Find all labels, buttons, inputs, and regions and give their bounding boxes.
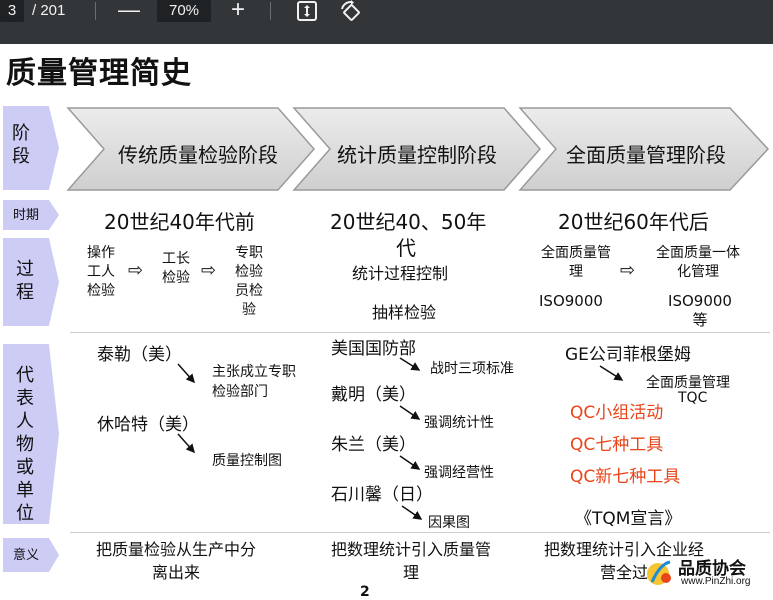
process-iso: ISO9000 — [539, 292, 603, 310]
person-feigenbaum: GE公司菲根堡姆 — [565, 345, 691, 365]
person-dod: 美国国防部 — [331, 339, 416, 359]
slide-title: 质量管理简史 — [6, 56, 192, 91]
page-number: 2 — [360, 584, 370, 600]
fit-page-icon[interactable] — [296, 0, 318, 27]
person-feigenbaum-note: 全面质量管理 — [646, 375, 730, 391]
arrow-taylor — [177, 363, 195, 384]
stage-3-label: 全面质量管理阶段 — [566, 143, 726, 167]
arrow-feigenbaum — [599, 365, 624, 381]
watermark-url: www.PinZhi.org — [681, 576, 751, 587]
process-tqm: 全面质量管理 — [541, 245, 611, 280]
meaning-1: 把质量检验从生产中分离出来 — [96, 540, 257, 582]
person-shewhart-note: 质量控制图 — [212, 453, 282, 469]
process-spc: 统计过程控制 — [352, 264, 449, 283]
label-meaning: 意义 — [3, 538, 59, 572]
label-people-text: 代表人物或单位 — [16, 365, 34, 524]
person-deming-note: 强调统计性 — [424, 415, 494, 431]
period-1: 20世纪40年代前 — [104, 210, 255, 234]
zoom-in-button[interactable]: + — [231, 0, 245, 23]
label-meaning-text: 意义 — [12, 548, 39, 563]
period-3: 20世纪60年代后 — [558, 210, 709, 234]
zoom-input[interactable]: 70% — [157, 0, 211, 22]
label-stage-text: 阶段 — [12, 123, 30, 167]
label-stage: 阶段 — [3, 106, 59, 190]
person-juran: 朱兰（美） — [331, 435, 416, 455]
pdf-toolbar: 3 / 201 — 70% + — [0, 0, 773, 44]
toolbar-divider — [95, 2, 96, 20]
period-2-cont: 代 — [396, 236, 416, 260]
person-dod-note: 战时三项标准 — [430, 361, 514, 377]
process-arrow: ⇨ — [620, 260, 636, 281]
period-2: 20世纪40、50年 — [330, 210, 487, 234]
stage-2-label: 统计质量控制阶段 — [337, 143, 497, 167]
person-deming: 戴明（美） — [331, 385, 416, 405]
arrow-deming — [399, 405, 421, 420]
person-juran-note: 强调经营性 — [424, 465, 494, 481]
person-ishikawa-note: 因果图 — [428, 515, 470, 531]
label-process-text: 过程 — [16, 259, 34, 303]
process-integrated: 全面质量一体化管理 — [656, 245, 740, 280]
arrow-ishikawa — [401, 505, 423, 520]
process-step-1: 操作工人检验 — [87, 245, 115, 299]
label-period: 时期 — [3, 200, 59, 230]
watermark-logo-icon — [646, 558, 672, 585]
row-divider — [70, 532, 770, 533]
stage-1-label: 传统质量检验阶段 — [118, 143, 278, 167]
slide-page: 质量管理简史 阶段 时期 过程 代表人物或单位 意义 传统质量检验阶段 统计质量… — [0, 44, 773, 600]
arrow-shewhart — [177, 433, 195, 454]
person-taylor-note: 主张成立专职检验部门 — [212, 364, 296, 400]
person-ishikawa: 石川馨（日） — [331, 485, 433, 505]
label-process: 过程 — [3, 238, 59, 326]
qc-new-seven-tools: QC新七种工具 — [570, 467, 681, 487]
person-shewhart: 休哈特（美） — [97, 415, 199, 435]
label-people: 代表人物或单位 — [3, 344, 59, 524]
rotate-icon[interactable] — [339, 0, 363, 29]
label-period-text: 时期 — [12, 208, 39, 223]
person-feigenbaum-tqc: TQC — [678, 390, 708, 406]
qc-seven-tools: QC七种工具 — [570, 435, 664, 455]
process-sampling: 抽样检验 — [372, 303, 437, 322]
process-step-2: 工长检验 — [162, 251, 190, 286]
page-number-input[interactable]: 3 — [0, 0, 24, 22]
page-total: / 201 — [32, 2, 66, 19]
toolbar-divider — [270, 2, 271, 20]
process-arrow: ⇨ — [201, 260, 217, 281]
row-divider — [70, 332, 770, 333]
process-step-3: 专职检验员检验 — [235, 245, 263, 318]
process-iso-etc: ISO9000等 — [668, 292, 732, 329]
process-arrow: ⇨ — [128, 260, 144, 281]
arrow-juran — [399, 455, 421, 470]
meaning-2: 把数理统计引入质量管理 — [330, 540, 491, 582]
qc-activity: QC小组活动 — [570, 403, 664, 423]
tqm-declaration: 《TQM宣言》 — [575, 509, 682, 529]
arrow-dod — [399, 357, 421, 371]
zoom-out-button[interactable]: — — [118, 0, 140, 22]
person-taylor: 泰勒（美） — [97, 345, 182, 365]
